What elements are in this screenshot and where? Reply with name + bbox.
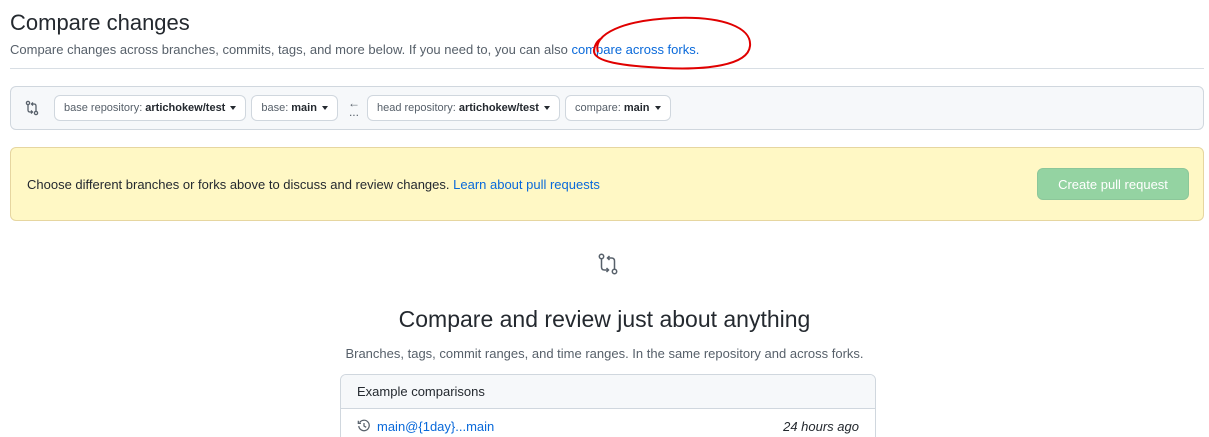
- history-icon: [357, 419, 370, 432]
- subtitle-text: Compare changes across branches, commits…: [10, 42, 572, 57]
- base-repo-value: artichokew/test: [145, 102, 226, 114]
- compare-value: main: [623, 102, 650, 114]
- range-arrow: ←...: [346, 97, 362, 119]
- head-repo-label: head repository:: [376, 102, 456, 114]
- flash-message: Choose different branches or forks above…: [27, 177, 600, 192]
- example-comparisons-box: Example comparisons main@{1day}...main 2…: [340, 374, 876, 437]
- example-ref[interactable]: main@{1day}...main: [377, 419, 494, 434]
- git-compare-icon: [598, 253, 618, 275]
- list-item[interactable]: main@{1day}...main 24 hours ago: [341, 409, 875, 437]
- caret-down-icon: [654, 106, 661, 110]
- base-value: main: [291, 102, 317, 114]
- example-link[interactable]: main@{1day}...main: [357, 419, 494, 434]
- page-subtitle: Compare changes across branches, commits…: [10, 42, 699, 57]
- compare-branch-select[interactable]: compare: main: [564, 95, 671, 121]
- flash-text: Choose different branches or forks above…: [27, 176, 454, 192]
- blankslate-title: Compare and review just about anything: [398, 306, 811, 332]
- base-label: base:: [261, 102, 289, 114]
- base-branch-select[interactable]: base: main: [251, 95, 338, 121]
- compare-label: compare:: [574, 102, 621, 114]
- git-compare-icon: [24, 100, 40, 116]
- caret-down-icon: [230, 106, 237, 110]
- learn-pull-requests-link[interactable]: Learn about pull requests: [453, 177, 600, 192]
- caret-down-icon: [543, 106, 550, 110]
- range-editor: base repository: artichokew/test base: mai…: [10, 86, 1204, 130]
- example-time: 24 hours ago: [783, 418, 859, 434]
- compare-across-forks-link[interactable]: compare across forks.: [571, 42, 699, 57]
- page-title: Compare changes: [10, 10, 190, 35]
- head-repository-select[interactable]: head repository: artichokew/test: [366, 95, 560, 121]
- example-comparisons-header: Example comparisons: [341, 375, 875, 409]
- create-pull-request-button[interactable]: Create pull request: [1037, 168, 1189, 200]
- caret-down-icon: [321, 106, 328, 110]
- base-repo-label: base repository:: [64, 102, 143, 114]
- head-repo-value: artichokew/test: [458, 102, 539, 114]
- info-flash: Choose different branches or forks above…: [10, 147, 1204, 221]
- range-dots: ...: [348, 105, 359, 119]
- header-divider: [10, 68, 1204, 69]
- blankslate-subtitle: Branches, tags, commit ranges, and time …: [345, 346, 864, 361]
- base-repository-select[interactable]: base repository: artichokew/test: [54, 95, 247, 121]
